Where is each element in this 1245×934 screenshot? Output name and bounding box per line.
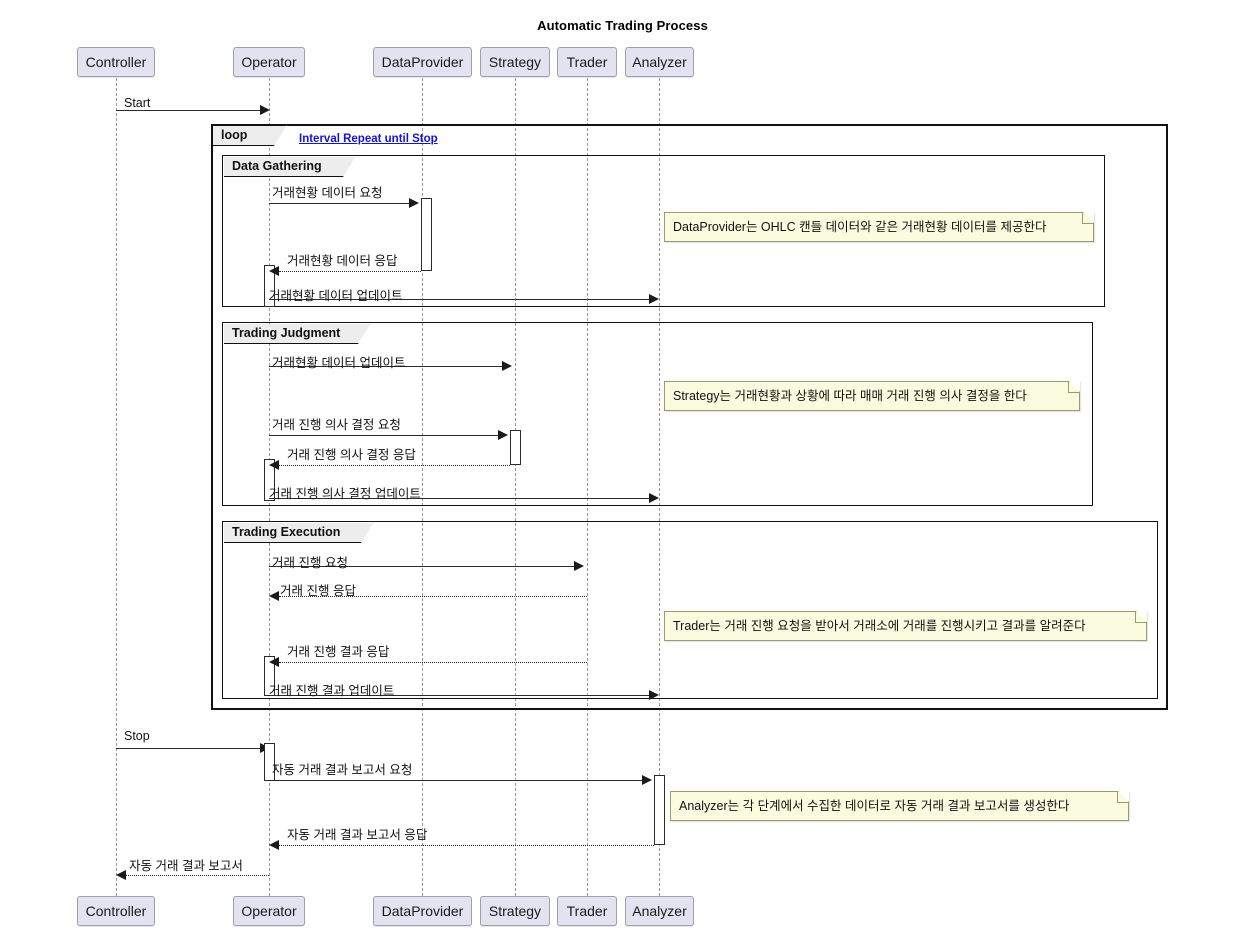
arrowhead-req-decision <box>498 430 508 440</box>
message-line-req-decision <box>269 435 502 436</box>
message-line-start <box>116 110 264 111</box>
message-label-req-decision: 거래 진행 의사 결정 요청 <box>272 414 401 433</box>
activation-strategy-1 <box>510 430 521 465</box>
page-title: Automatic Trading Process <box>0 18 1245 33</box>
arrowhead-res-decision <box>269 460 279 470</box>
message-label-update-decision: 거래 진행 의사 결정 업데이트 <box>269 483 421 502</box>
message-label-res-trade: 거래 진행 응답 <box>280 580 356 599</box>
fragment-loop-label: loop <box>213 126 287 146</box>
message-line-report-to-controller <box>126 875 269 876</box>
message-label-res-trade-result: 거래 진행 결과 응답 <box>287 641 389 660</box>
message-label-start: Start <box>124 96 150 110</box>
message-label-update-trade-result: 거래 진행 결과 업데이트 <box>269 680 394 699</box>
participant-trader-top[interactable]: Trader <box>557 47 617 77</box>
arrowhead-res-trade <box>269 591 279 601</box>
message-label-res-market-data: 거래현황 데이터 응답 <box>287 250 397 269</box>
participant-operator-bottom[interactable]: Operator <box>233 896 305 926</box>
arrowhead-start <box>260 105 270 115</box>
participant-dataprovider-bottom[interactable]: DataProvider <box>373 896 472 926</box>
fragment-loop-condition[interactable]: Interval Repeat until Stop <box>299 133 438 145</box>
arrowhead-req-trade <box>574 561 584 571</box>
message-label-req-market-data: 거래현황 데이터 요청 <box>272 182 382 201</box>
message-label-req-trade: 거래 진행 요청 <box>272 552 348 571</box>
message-line-res-decision <box>279 465 510 466</box>
participant-controller-top[interactable]: Controller <box>77 47 155 77</box>
participant-strategy-bottom[interactable]: Strategy <box>480 896 550 926</box>
participant-strategy-top[interactable]: Strategy <box>480 47 550 77</box>
activation-dataprovider-1 <box>421 198 432 271</box>
note-trader: Trader는 거래 진행 요청을 받아서 거래소에 거래를 진행시키고 결과를… <box>664 611 1147 641</box>
arrowhead-res-report <box>269 840 279 850</box>
fragment-trading-execution <box>222 521 1158 699</box>
arrowhead-res-market-data <box>269 266 279 276</box>
fragment-trading-execution-label: Trading Execution <box>224 523 374 543</box>
fragment-data-gathering-label: Data Gathering <box>224 157 356 177</box>
sequence-diagram-canvas: Automatic Trading Process Controller Ope… <box>0 0 1245 934</box>
arrowhead-req-market-data <box>409 198 419 208</box>
participant-trader-bottom[interactable]: Trader <box>557 896 617 926</box>
lifeline-controller <box>116 78 117 896</box>
arrowhead-update-trade-result <box>649 690 659 700</box>
message-label-stop: Stop <box>124 729 150 743</box>
arrowhead-res-trade-result <box>269 657 279 667</box>
message-label-report-to-controller: 자동 거래 결과 보고서 <box>129 855 243 874</box>
arrowhead-push-market-data <box>502 361 512 371</box>
participant-analyzer-bottom[interactable]: Analyzer <box>625 896 694 926</box>
message-line-req-market-data <box>269 203 413 204</box>
fragment-trading-judgment-label: Trading Judgment <box>224 324 371 344</box>
message-line-stop <box>116 748 264 749</box>
message-label-push-market-data: 거래현황 데이터 업데이트 <box>272 352 405 371</box>
message-line-res-report <box>279 845 654 846</box>
message-label-update-market-data: 거래현황 데이터 업데이트 <box>269 285 402 304</box>
participant-controller-bottom[interactable]: Controller <box>77 896 155 926</box>
message-line-res-trade-result <box>279 662 587 663</box>
message-label-req-report: 자동 거래 결과 보고서 요청 <box>272 759 412 778</box>
arrowhead-report-to-controller <box>116 870 126 880</box>
message-label-res-decision: 거래 진행 의사 결정 응답 <box>287 444 416 463</box>
message-line-res-market-data <box>279 271 421 272</box>
participant-operator-top[interactable]: Operator <box>233 47 305 77</box>
activation-analyzer-1 <box>654 775 665 845</box>
message-label-res-report: 자동 거래 결과 보고서 응답 <box>287 824 427 843</box>
arrowhead-update-market-data <box>649 294 659 304</box>
note-analyzer: Analyzer는 각 단계에서 수집한 데이터로 자동 거래 결과 보고서를 … <box>670 791 1129 821</box>
arrowhead-update-decision <box>649 493 659 503</box>
participant-analyzer-top[interactable]: Analyzer <box>625 47 694 77</box>
participant-dataprovider-top[interactable]: DataProvider <box>373 47 472 77</box>
arrowhead-req-report <box>642 775 652 785</box>
note-strategy: Strategy는 거래현황과 상황에 따라 매매 거래 진행 의사 결정을 한… <box>664 381 1080 411</box>
note-dataprovider: DataProvider는 OHLC 캔들 데이터와 같은 거래현황 데이터를 … <box>664 212 1094 242</box>
message-line-req-report <box>269 780 646 781</box>
